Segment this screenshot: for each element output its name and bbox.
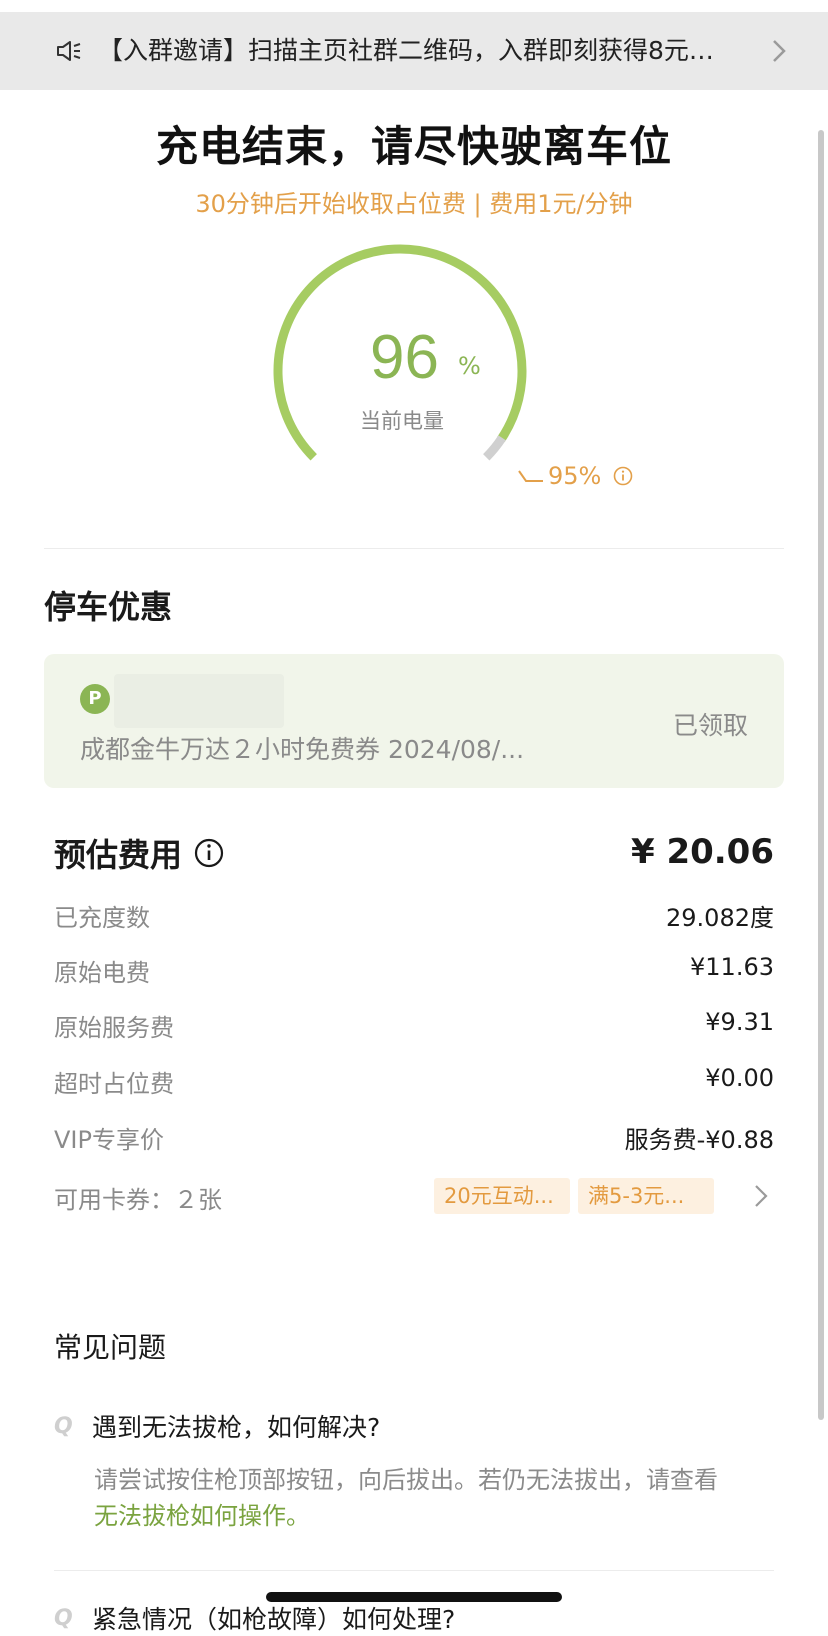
- occupancy-fee-notice: 30分钟后开始收取占位费 | 费用1元/分钟: [195, 190, 633, 218]
- fee-title-label: 预估费用: [54, 836, 183, 874]
- faq-answer: 请尝试按住枪顶部按钮，向后拔出。若仍无法拔出，请查看 无法拔枪如何操作。: [94, 1462, 794, 1534]
- speaker-icon: [57, 41, 81, 61]
- charge-limit[interactable]: 95%: [518, 462, 633, 490]
- fee-row-label: 原始服务费: [54, 1014, 174, 1042]
- chevron-right-icon: [773, 40, 786, 62]
- home-indicator[interactable]: [266, 1592, 562, 1602]
- parking-section-title: 停车优惠: [44, 588, 173, 626]
- charge-limit-value: 95%: [548, 462, 602, 490]
- fee-row-value: ¥0.00: [705, 1064, 774, 1092]
- fee-row-label: 原始电费: [54, 959, 150, 987]
- fee-row: 原始服务费 ¥9.31: [54, 1008, 774, 1048]
- page-title: 充电结束，请尽快驶离车位: [155, 122, 672, 171]
- section-divider: [44, 548, 784, 549]
- announcement-text: 【入群邀请】扫描主页社群二维码，入群即刻获得8元…: [98, 36, 714, 65]
- redacted-coupon-name: [114, 674, 284, 728]
- battery-level-unit: %: [458, 352, 481, 380]
- faq-question-text: 遇到无法拔枪，如何解决?: [92, 1413, 381, 1442]
- available-coupons-row[interactable]: 可用卡券：２张 20元互动... 满5-3元...: [54, 1178, 774, 1218]
- announcement-bar[interactable]: 【入群邀请】扫描主页社群二维码，入群即刻获得8元…: [0, 12, 828, 90]
- battery-level-value: 96: [370, 323, 439, 392]
- coupon-tag: 满5-3元...: [578, 1178, 714, 1214]
- limit-pointer-icon: [518, 470, 543, 482]
- fee-row: 超时占位费 ¥0.00: [54, 1064, 774, 1104]
- info-icon[interactable]: [613, 466, 633, 486]
- info-icon[interactable]: [194, 838, 224, 868]
- parking-coupon-text: 成都金牛万达２小时免费券 2024/08/...: [80, 735, 525, 764]
- fee-row-value: ¥9.31: [705, 1008, 774, 1036]
- fee-row: 已充度数 29.082度: [54, 898, 774, 938]
- fee-row-label: VIP专享价: [54, 1126, 164, 1154]
- available-coupons-label: 可用卡券：２张: [54, 1186, 222, 1214]
- faq-section-title: 常见问题: [54, 1331, 167, 1364]
- fee-row-value: 29.082度: [666, 904, 774, 932]
- faq-question-text: 紧急情况（如枪故障）如何处理?: [92, 1605, 456, 1634]
- faq-answer-text: 请尝试按住枪顶部按钮，向后拔出。若仍无法拔出，请查看: [94, 1466, 718, 1494]
- parking-coupon-card[interactable]: P 成都金牛万达２小时免费券 2024/08/... 已领取: [44, 654, 784, 788]
- fee-row-label: 超时占位费: [54, 1070, 174, 1098]
- question-mark-icon: Q: [54, 1413, 73, 1439]
- coupon-status: 已领取: [672, 711, 748, 740]
- unplug-help-link[interactable]: 无法拔枪如何操作。: [94, 1502, 310, 1530]
- fee-row: VIP专享价 服务费-¥0.88: [54, 1120, 774, 1160]
- parking-icon: P: [80, 684, 110, 714]
- fee-section-title: 预估费用: [54, 830, 224, 876]
- scrollbar[interactable]: [818, 130, 824, 1420]
- question-mark-icon: Q: [54, 1605, 73, 1631]
- fee-row: 原始电费 ¥11.63: [54, 953, 774, 993]
- charge-limit-marker: [483, 435, 506, 461]
- faq-divider: [54, 1570, 774, 1571]
- faq-question[interactable]: Q 紧急情况（如枪故障）如何处理?: [54, 1600, 455, 1636]
- fee-total: ¥ 20.06: [630, 832, 774, 872]
- fee-row-value: ¥11.63: [690, 953, 774, 981]
- battery-level-label: 当前电量: [360, 409, 444, 433]
- coupon-tag: 20元互动...: [434, 1178, 570, 1214]
- faq-question[interactable]: Q 遇到无法拔枪，如何解决?: [54, 1408, 380, 1444]
- chevron-right-icon: [755, 1185, 768, 1207]
- fee-row-label: 已充度数: [54, 904, 150, 932]
- fee-row-value: 服务费-¥0.88: [624, 1126, 774, 1154]
